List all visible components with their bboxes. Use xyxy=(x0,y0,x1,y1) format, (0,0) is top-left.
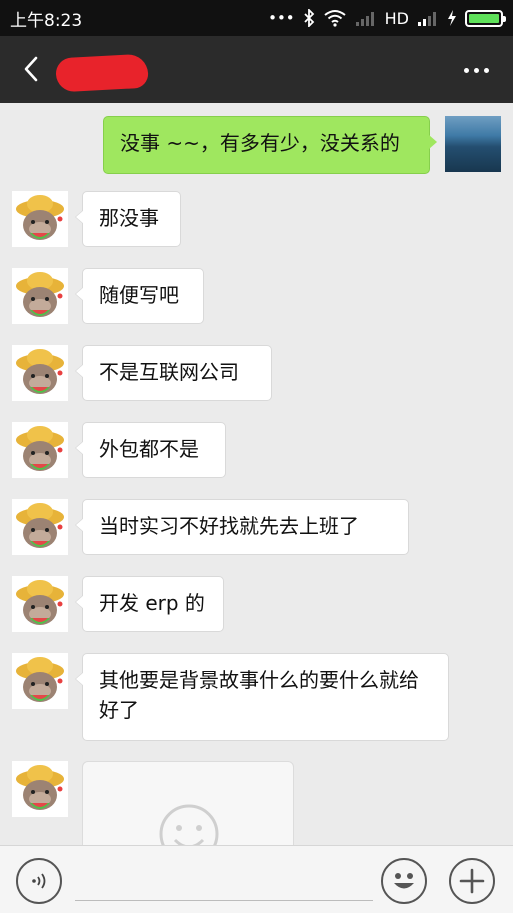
status-bar: 上午8:23 ••• HD xyxy=(0,0,513,36)
cartoon-avatar-icon xyxy=(16,272,64,317)
incoming-message-bubble[interactable]: 不是互联网公司 xyxy=(75,345,272,401)
bluetooth-icon xyxy=(304,9,314,27)
more-dots-icon: ••• xyxy=(268,9,295,27)
incoming-message-bubble[interactable]: 其他要是背景故事什么的要什么就给好了 xyxy=(75,653,449,741)
chevron-left-icon xyxy=(24,56,38,82)
message-text: 随便写吧 xyxy=(99,283,179,307)
status-time: 上午8:23 xyxy=(10,10,83,31)
more-horizontal-icon xyxy=(463,67,469,73)
avatar[interactable] xyxy=(12,191,68,247)
plus-icon xyxy=(459,868,485,894)
avatar[interactable] xyxy=(12,761,68,817)
message-text: 外包都不是 xyxy=(99,437,199,461)
more-button[interactable] xyxy=(459,58,493,82)
message-input[interactable] xyxy=(75,900,373,901)
cartoon-avatar-icon xyxy=(16,426,64,471)
avatar[interactable] xyxy=(12,653,68,709)
input-bar xyxy=(0,845,513,913)
cartoon-avatar-icon xyxy=(16,657,64,702)
avatar[interactable] xyxy=(12,345,68,401)
contact-name-redaction xyxy=(55,53,149,93)
wifi-icon xyxy=(324,10,346,27)
emoji-button[interactable] xyxy=(381,858,427,904)
message-text: 当时实习不好找就先去上班了 xyxy=(99,514,359,538)
avatar[interactable] xyxy=(12,268,68,324)
cartoon-avatar-icon xyxy=(16,195,64,240)
smiley-sticker xyxy=(159,804,219,845)
incoming-message-bubble[interactable]: 外包都不是 xyxy=(75,422,226,478)
back-button[interactable] xyxy=(16,52,46,86)
incoming-message-bubble[interactable]: 开发 erp 的 xyxy=(75,576,224,632)
outgoing-message-bubble[interactable]: 没事 ~~，有多有少，没关系的 xyxy=(103,116,437,174)
message-text: 其他要是背景故事什么的要什么就给好了 xyxy=(99,668,419,722)
message-text: 那没事 xyxy=(99,206,159,230)
incoming-message-bubble[interactable]: 随便写吧 xyxy=(75,268,204,324)
signal-icon xyxy=(355,12,374,26)
plus-button[interactable] xyxy=(449,858,495,904)
emoji-icon xyxy=(394,873,414,889)
incoming-message-bubble[interactable]: 当时实习不好找就先去上班了 xyxy=(75,499,409,555)
cartoon-avatar-icon xyxy=(16,349,64,394)
chat-header xyxy=(0,36,513,103)
sticker-message[interactable] xyxy=(82,761,294,845)
avatar[interactable] xyxy=(12,422,68,478)
cartoon-avatar-icon xyxy=(16,503,64,548)
cartoon-avatar-icon xyxy=(16,765,64,810)
network-type: HD xyxy=(384,8,409,28)
cartoon-avatar-icon xyxy=(16,580,64,625)
message-text: 不是互联网公司 xyxy=(99,360,239,384)
avatar[interactable] xyxy=(445,116,501,172)
avatar[interactable] xyxy=(12,499,68,555)
status-indicators: ••• HD xyxy=(268,8,506,28)
avatar[interactable] xyxy=(12,576,68,632)
battery-icon xyxy=(465,9,506,27)
message-text: 开发 erp 的 xyxy=(99,591,205,615)
message-list[interactable]: 没事 ~~，有多有少，没关系的 那没事 随便写吧 不是互联网公司 外包都不是 当… xyxy=(0,103,513,845)
signal-icon xyxy=(418,12,436,26)
charging-icon xyxy=(448,10,456,26)
voice-button[interactable] xyxy=(16,858,62,904)
incoming-message-bubble[interactable]: 那没事 xyxy=(75,191,181,247)
message-text: 没事 ~~，有多有少，没关系的 xyxy=(120,131,400,155)
voice-icon xyxy=(32,873,46,889)
